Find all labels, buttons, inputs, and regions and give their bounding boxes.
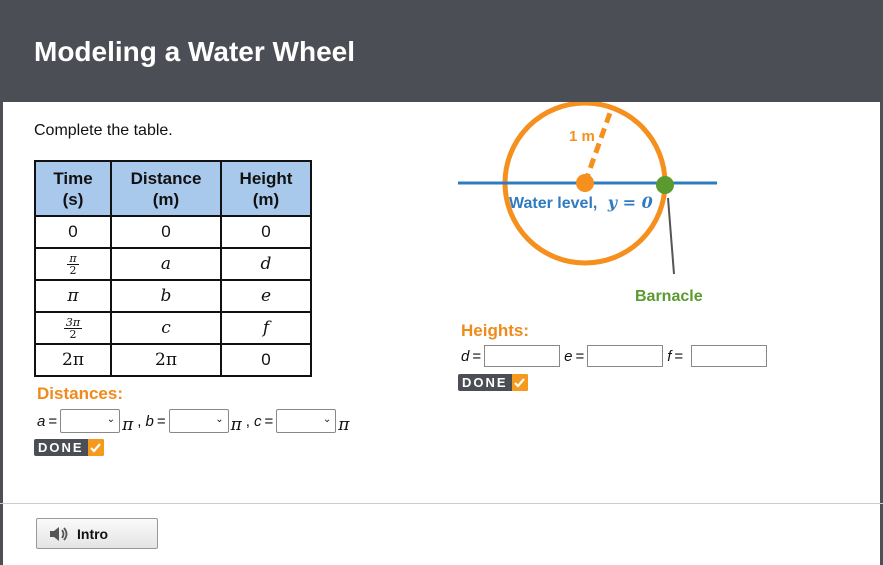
time-cell: 0 (34, 215, 112, 249)
height-cell: 0 (220, 215, 312, 249)
table-row: 0 0 0 (34, 215, 312, 249)
barnacle-label: Barnacle (635, 288, 703, 305)
barnacle-pointer (667, 197, 675, 275)
intro-label: Intro (77, 525, 109, 542)
header-bar: Modeling a Water Wheel (0, 0, 883, 102)
intro-button[interactable]: Intro (36, 518, 158, 549)
d-input[interactable] (484, 345, 561, 367)
instruction-text: Complete the table. (34, 122, 173, 139)
checkmark-icon (511, 374, 528, 391)
checkmark-icon (87, 439, 104, 456)
table-row: π b e (34, 279, 312, 313)
distance-cell: c (110, 311, 222, 345)
distance-cell: b (110, 279, 222, 313)
a-select[interactable]: ⌄ (60, 409, 121, 433)
heights-label: Heights: (461, 321, 529, 340)
speaker-icon (49, 525, 69, 543)
chevron-down-icon: ⌄ (215, 414, 224, 425)
svg-text:Water level, y = 0: Water level, y = 0 (509, 193, 653, 212)
header-distance: Distance (m) (110, 160, 222, 217)
barnacle-dot (656, 176, 674, 194)
time-cell: 3π 2 (34, 311, 112, 345)
var-c: c (253, 412, 262, 430)
distance-cell: a (110, 247, 222, 281)
var-f: f (667, 347, 672, 365)
header-time: Time (s) (34, 160, 112, 217)
radius-label: 1 m (569, 128, 595, 145)
c-select[interactable]: ⌄ (276, 409, 337, 433)
radius-line (582, 109, 614, 184)
distances-row: a = ⌄ π , b = ⌄ π , c = ⌄ π (37, 409, 353, 435)
time-cell: 2π (34, 343, 112, 377)
b-select[interactable]: ⌄ (168, 409, 229, 433)
heights-row: d = e = f = (461, 345, 768, 367)
page-title: Modeling a Water Wheel (34, 36, 355, 67)
table-header-row: Time (s) Distance (m) Height (m) (34, 160, 312, 217)
e-input[interactable] (587, 345, 664, 367)
distances-label: Distances: (37, 384, 123, 403)
water-wheel-diagram: 1 m Water level, y = 0 Barnacle (458, 102, 717, 305)
distance-cell: 2π (110, 343, 222, 377)
time-cell: π2 (34, 247, 112, 281)
height-cell: f (220, 311, 312, 345)
water-level-equation: y = 0 (607, 193, 653, 212)
chevron-down-icon: ⌄ (322, 414, 332, 425)
var-a: a (37, 412, 46, 430)
table-row: 2π 2π 0 (34, 343, 312, 377)
heights-done-button[interactable]: DONE (458, 374, 528, 391)
chevron-down-icon: ⌄ (106, 414, 116, 425)
water-level-label: Water level, (509, 195, 597, 212)
height-cell: e (220, 279, 312, 313)
header-height: Height (m) (220, 160, 312, 217)
data-table: Time (s) Distance (m) Height (m) 0 0 0 π2 a… (34, 160, 312, 377)
time-cell: π (34, 279, 112, 313)
footer-divider (0, 503, 883, 504)
wheel-center-dot (576, 174, 594, 192)
var-d: d (461, 347, 470, 365)
height-cell: d (220, 247, 312, 281)
f-input[interactable] (691, 345, 768, 367)
table-row: π2 a d (34, 247, 312, 281)
distance-cell: 0 (110, 215, 222, 249)
var-b: b (145, 412, 154, 430)
table-row: 3π 2 c f (34, 311, 312, 345)
var-e: e (564, 347, 573, 365)
height-cell: 0 (220, 343, 312, 377)
distances-done-button[interactable]: DONE (34, 439, 104, 456)
